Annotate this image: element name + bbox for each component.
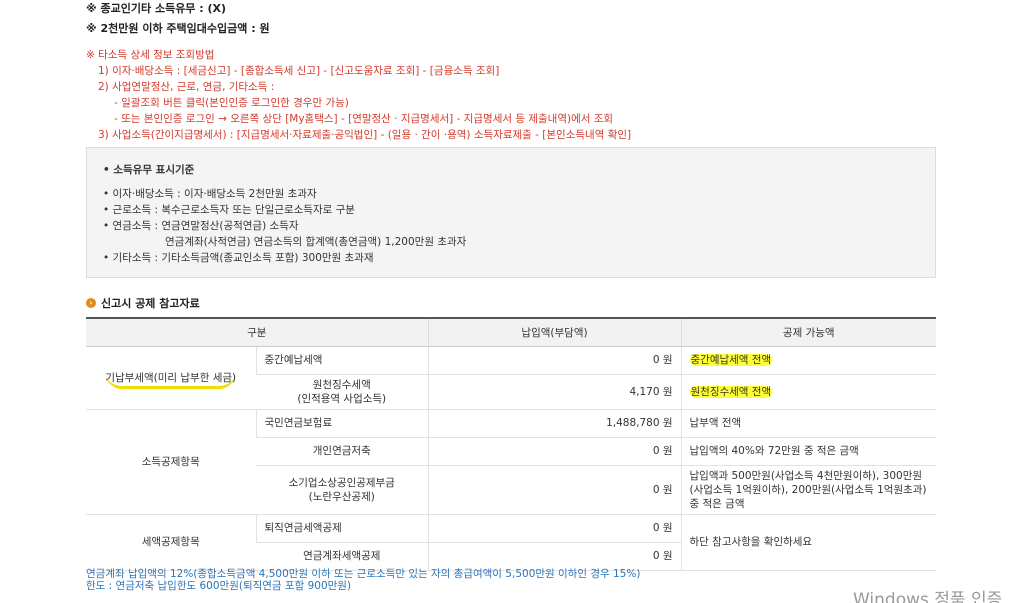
row-name: 퇴직연금세액공제 xyxy=(255,514,428,543)
table-row: 기납부세액(미리 납부한 세금) 중간예납세액 0 원 중간예납세액 전액 xyxy=(86,346,936,410)
reference-item-2: 2) 사업연말정산, 근로, 연금, 기타소득 : xyxy=(98,81,275,93)
criteria-item: • 이자·배당소득 : 이자·배당소득 2천만원 초과자 xyxy=(103,188,317,200)
row-name: 소기업소상공인공제부금 (노란우산공제) xyxy=(256,465,428,515)
housing-rent-line: ※ 2천만원 이하 주택임대수입금액 : 원 xyxy=(86,22,270,35)
deduction-reference-table: 구분 납입액(부담액) 공제 가능액 기납부세액(미리 납부한 세금) 중간예납… xyxy=(86,317,936,571)
section-title-text: 신고시 공제 참고자료 xyxy=(101,297,200,310)
row-deductible: 납입액의 40%와 72만원 중 적은 금액 xyxy=(680,437,936,466)
religious-income-line: ※ 종교인기타 소득유무 : (X) xyxy=(86,2,227,15)
reference-item-3: 3) 사업소득(간이지급명세서) : [지급명세서·자료제출·공익법인] - (… xyxy=(98,129,632,141)
row-amount: 1,488,780 원 xyxy=(427,409,681,438)
row-deductible: 하단 참고사항을 확인하세요 xyxy=(680,514,936,571)
pension-footnotes: 연금계좌 납입액의 12%(종합소득금액 4,500만원 이하 또는 근로소득만… xyxy=(86,568,640,592)
highlighted-text: 중간예납세액 전액 xyxy=(689,354,773,366)
row-deductible: 원천징수세액 전액 xyxy=(680,374,936,410)
criteria-item: 연금계좌(사적연금) 연금소득의 합계액(총연금액) 1,200만원 초과자 xyxy=(165,236,467,248)
group-tax-credit: 세액공제항목 xyxy=(86,514,256,571)
group-income-deduction: 소득공제항목 xyxy=(86,409,256,515)
row-name-line1: 원천징수세액 xyxy=(312,378,371,391)
row-amount: 0 원 xyxy=(427,542,681,571)
highlighted-text: 원천징수세액 전액 xyxy=(689,385,773,398)
table-row: 소득공제항목 국민연금보험료 1,488,780 원 납부액 전액 xyxy=(86,409,936,515)
row-amount: 0 원 xyxy=(427,514,681,543)
row-name-line2: (노란우산공제) xyxy=(308,490,375,503)
row-name: 중간예납세액 xyxy=(255,346,428,375)
row-amount: 0 원 xyxy=(427,346,681,375)
row-name: 원천징수세액 (인적용역 사업소득) xyxy=(256,374,428,410)
reference-title: ※ 타소득 상세 정보 조회방법 xyxy=(86,49,215,61)
criteria-item: • 근로소득 : 복수근로소득자 또는 단일근로소득자로 구분 xyxy=(103,204,355,216)
income-criteria-box: • 소득유무 표시기준 • 이자·배당소득 : 이자·배당소득 2천만원 초과자… xyxy=(86,147,936,278)
group-prepaid-tax: 기납부세액(미리 납부한 세금) xyxy=(86,346,256,410)
criteria-item: • 기타소득 : 기타소득금액(종교인소득 포함) 300만원 초과재 xyxy=(103,252,374,264)
header-deductible-amount: 공제 가능액 xyxy=(680,317,936,347)
row-name-line2: (인적용역 사업소득) xyxy=(297,392,387,405)
header-paid-amount: 납입액(부담액) xyxy=(427,317,681,347)
row-deductible: 납부액 전액 xyxy=(680,409,936,438)
reference-item-2a: - 일괄조회 버튼 클릭(본인인증 로그인한 경우만 가능) xyxy=(114,97,349,109)
row-amount: 0 원 xyxy=(427,437,681,466)
criteria-title: • 소득유무 표시기준 xyxy=(103,164,195,176)
criteria-item: • 연금소득 : 연금연말정산(공적연금) 소득자 xyxy=(103,220,299,232)
footnote-line-1: 연금계좌 납입액의 12%(종합소득금액 4,500만원 이하 또는 근로소득만… xyxy=(86,568,641,580)
footnote-line-2: 한도 : 연금저축 납입한도 600만원(퇴직연금 포함 900만원) xyxy=(86,580,352,592)
reference-item-1: 1) 이자·배당소득 : [세금신고] - [종합소득세 신고] - [신고도움… xyxy=(98,65,500,77)
row-amount: 0 원 xyxy=(427,465,681,515)
reference-item-2b: - 또는 본인인증 로그인 → 오른쪽 상단 [My홈택스] - [연말정산 ·… xyxy=(114,113,614,125)
header-category: 구분 xyxy=(86,317,428,347)
row-deductible: 납입액과 500만원(사업소득 4천만원이하), 300만원(사업소득 1억원이… xyxy=(680,465,936,515)
table-row: 세액공제항목 퇴직연금세액공제 0 원 하단 참고사항을 확인하세요 xyxy=(86,514,936,571)
row-name-line1: 소기업소상공인공제부금 xyxy=(288,476,395,489)
row-name: 개인연금저축 xyxy=(256,437,428,466)
table-header-row: 구분 납입액(부담액) 공제 가능액 xyxy=(86,317,936,347)
group-prepaid-label: 기납부세액(미리 납부한 세금) xyxy=(105,371,237,389)
other-income-reference: ※ 타소득 상세 정보 조회방법 1) 이자·배당소득 : [세금신고] - [… xyxy=(86,47,631,143)
row-name: 국민연금보험료 xyxy=(255,409,428,438)
row-deductible: 중간예납세액 전액 xyxy=(680,346,936,375)
section-title: › 신고시 공제 참고자료 xyxy=(86,295,200,311)
row-amount: 4,170 원 xyxy=(427,374,681,410)
windows-activation-watermark: Windows 정품 인증 xyxy=(853,590,1003,603)
bullet-arrow-icon: › xyxy=(86,298,96,308)
row-name: 연금계좌세액공제 xyxy=(256,542,428,571)
